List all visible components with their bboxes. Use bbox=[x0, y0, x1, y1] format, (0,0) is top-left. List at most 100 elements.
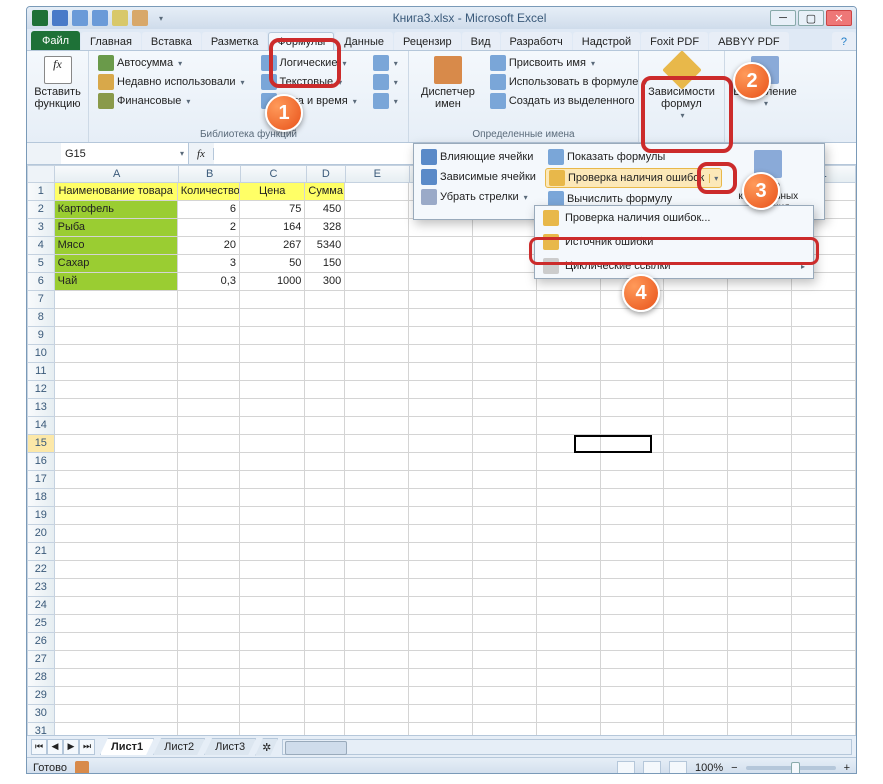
table-cell[interactable]: 6 bbox=[178, 201, 240, 219]
lookup-button[interactable]: ▾ bbox=[370, 54, 401, 72]
tab-layout[interactable]: Разметка bbox=[202, 32, 268, 50]
col-header-A[interactable]: A bbox=[55, 165, 179, 183]
sheet-tab-1[interactable]: Лист1 bbox=[100, 738, 154, 755]
qat-more-icon[interactable]: ▾ bbox=[151, 9, 169, 27]
row-header-21[interactable]: 21 bbox=[27, 543, 55, 561]
row-header-25[interactable]: 25 bbox=[27, 615, 55, 633]
select-all-corner[interactable] bbox=[27, 165, 55, 183]
tab-insert[interactable]: Вставка bbox=[142, 32, 201, 50]
math-button[interactable]: ▾ bbox=[370, 73, 401, 91]
open-icon[interactable] bbox=[131, 9, 149, 27]
row-header-23[interactable]: 23 bbox=[27, 579, 55, 597]
table-cell[interactable]: 5340 bbox=[305, 237, 345, 255]
row-header-12[interactable]: 12 bbox=[27, 381, 55, 399]
row-header-2[interactable]: 2 bbox=[27, 201, 55, 219]
tab-home[interactable]: Главная bbox=[81, 32, 141, 50]
table-cell[interactable]: 3 bbox=[178, 255, 240, 273]
table-cell[interactable]: Мясо bbox=[55, 237, 178, 255]
sheet-nav-prev[interactable]: ◀ bbox=[47, 739, 63, 755]
row-header-5[interactable]: 5 bbox=[27, 255, 55, 273]
table-cell[interactable]: Чай bbox=[55, 273, 178, 291]
table-cell[interactable]: Рыба bbox=[55, 219, 178, 237]
macro-icon[interactable] bbox=[75, 761, 89, 775]
row-header-17[interactable]: 17 bbox=[27, 471, 55, 489]
trace-dependents-button[interactable]: Зависимые ячейки bbox=[418, 168, 539, 186]
define-name-button[interactable]: Присвоить имя▾ bbox=[487, 54, 651, 72]
table-cell[interactable]: 50 bbox=[240, 255, 305, 273]
row-header-18[interactable]: 18 bbox=[27, 489, 55, 507]
new-icon[interactable] bbox=[111, 9, 129, 27]
sheet-nav-last[interactable]: ⏭ bbox=[79, 739, 95, 755]
tab-file[interactable]: Файл bbox=[31, 31, 80, 50]
tab-data[interactable]: Данные bbox=[335, 32, 393, 50]
row-header-27[interactable]: 27 bbox=[27, 651, 55, 669]
table-cell[interactable]: 150 bbox=[305, 255, 345, 273]
table-cell[interactable]: 20 bbox=[178, 237, 240, 255]
table-header[interactable]: Цена bbox=[240, 183, 305, 201]
horizontal-scrollbar[interactable] bbox=[282, 739, 852, 755]
row-header-4[interactable]: 4 bbox=[27, 237, 55, 255]
table-cell[interactable]: 300 bbox=[305, 273, 345, 291]
undo-icon[interactable] bbox=[71, 9, 89, 27]
menu-error-check[interactable]: Проверка наличия ошибок... bbox=[535, 206, 813, 230]
zoom-in-button[interactable]: + bbox=[844, 762, 850, 774]
tab-addins[interactable]: Надстрой bbox=[573, 32, 640, 50]
minimize-button[interactable]: ─ bbox=[770, 10, 796, 26]
financial-button[interactable]: Финансовые▾ bbox=[95, 92, 248, 110]
row-header-22[interactable]: 22 bbox=[27, 561, 55, 579]
table-cell[interactable]: Картофель bbox=[55, 201, 178, 219]
row-header-24[interactable]: 24 bbox=[27, 597, 55, 615]
logical-button[interactable]: Логические▾ bbox=[258, 54, 360, 72]
recent-button[interactable]: Недавно использовали▾ bbox=[95, 73, 248, 91]
table-cell[interactable]: 328 bbox=[305, 219, 345, 237]
use-in-formula-button[interactable]: Использовать в формуле▾ bbox=[487, 73, 651, 91]
row-header-19[interactable]: 19 bbox=[27, 507, 55, 525]
save-icon[interactable] bbox=[51, 9, 69, 27]
col-header-E[interactable]: E bbox=[346, 165, 410, 183]
tab-abbyy[interactable]: ABBYY PDF bbox=[709, 32, 789, 50]
tab-review[interactable]: Рецензир bbox=[394, 32, 461, 50]
table-cell[interactable]: Сахар bbox=[55, 255, 178, 273]
view-pagebreak-button[interactable] bbox=[669, 761, 687, 775]
error-checking-button[interactable]: Проверка наличия ошибок▾ bbox=[545, 168, 722, 188]
row-header-7[interactable]: 7 bbox=[27, 291, 55, 309]
row-header-30[interactable]: 30 bbox=[27, 705, 55, 723]
insert-function-button[interactable]: fx Вставить функцию bbox=[33, 54, 82, 112]
trace-precedents-button[interactable]: Влияющие ячейки bbox=[418, 148, 539, 166]
view-layout-button[interactable] bbox=[643, 761, 661, 775]
table-header[interactable]: Наименование товара bbox=[55, 183, 178, 201]
sheet-nav-first[interactable]: ⏮ bbox=[31, 739, 47, 755]
table-header[interactable]: Количество bbox=[178, 183, 240, 201]
zoom-level[interactable]: 100% bbox=[695, 762, 723, 774]
row-header-13[interactable]: 13 bbox=[27, 399, 55, 417]
col-header-C[interactable]: C bbox=[241, 165, 306, 183]
autosum-button[interactable]: Автосумма▾ bbox=[95, 54, 248, 72]
col-header-B[interactable]: B bbox=[179, 165, 241, 183]
name-box[interactable]: G15▾ bbox=[61, 143, 189, 164]
view-normal-button[interactable] bbox=[617, 761, 635, 775]
row-header-8[interactable]: 8 bbox=[27, 309, 55, 327]
create-from-sel-button[interactable]: Создать из выделенного bbox=[487, 92, 651, 110]
row-header-3[interactable]: 3 bbox=[27, 219, 55, 237]
row-header-16[interactable]: 16 bbox=[27, 453, 55, 471]
sheet-tab-2[interactable]: Лист2 bbox=[153, 738, 205, 755]
row-header-14[interactable]: 14 bbox=[27, 417, 55, 435]
row-header-11[interactable]: 11 bbox=[27, 363, 55, 381]
table-cell[interactable]: 0,3 bbox=[178, 273, 240, 291]
text-button[interactable]: Текстовые▾ bbox=[258, 73, 360, 91]
zoom-out-button[interactable]: − bbox=[731, 762, 737, 774]
row-header-31[interactable]: 31 bbox=[27, 723, 55, 735]
table-cell[interactable]: 450 bbox=[305, 201, 345, 219]
table-cell[interactable]: 164 bbox=[240, 219, 305, 237]
table-cell[interactable]: 75 bbox=[240, 201, 305, 219]
row-header-15[interactable]: 15 bbox=[27, 435, 55, 453]
table-cell[interactable]: 1000 bbox=[240, 273, 305, 291]
row-header-10[interactable]: 10 bbox=[27, 345, 55, 363]
show-formulas-button[interactable]: Показать формулы bbox=[545, 148, 722, 166]
table-header[interactable]: Сумма bbox=[305, 183, 345, 201]
redo-icon[interactable] bbox=[91, 9, 109, 27]
table-cell[interactable]: 267 bbox=[240, 237, 305, 255]
fx-button[interactable]: fx bbox=[189, 148, 214, 160]
excel-icon[interactable] bbox=[31, 9, 49, 27]
window-close-button[interactable]: ✕ bbox=[826, 10, 852, 26]
